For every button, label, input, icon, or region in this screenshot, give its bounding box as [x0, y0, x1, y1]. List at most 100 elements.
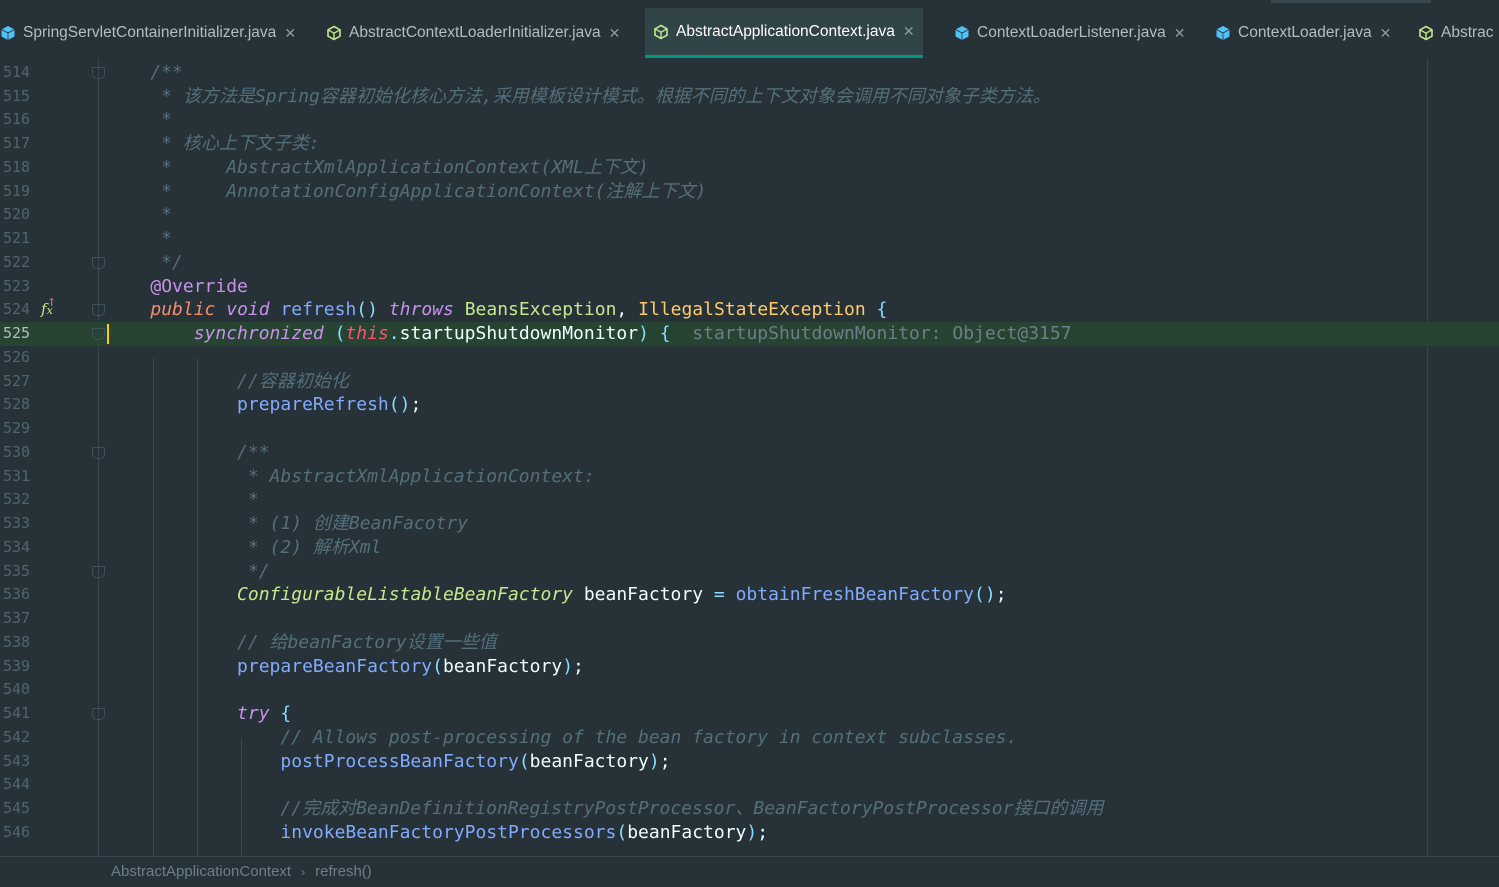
- close-tab-icon[interactable]: ✕: [1380, 25, 1392, 42]
- code-line[interactable]: 540: [0, 678, 1499, 702]
- fold-icon[interactable]: [92, 256, 105, 269]
- code-line[interactable]: 528 prepareRefresh();: [0, 393, 1499, 417]
- line-number[interactable]: 522: [3, 251, 35, 275]
- fold-icon[interactable]: [92, 304, 105, 317]
- line-number[interactable]: 533: [3, 512, 35, 536]
- line-number[interactable]: 529: [3, 417, 35, 441]
- line-number[interactable]: 536: [3, 583, 35, 607]
- code-line[interactable]: 535 */: [0, 560, 1499, 584]
- line-number[interactable]: 541: [3, 702, 35, 726]
- code-token: =: [713, 584, 725, 606]
- code-line[interactable]: 529: [0, 417, 1499, 441]
- close-tab-icon[interactable]: ✕: [609, 25, 621, 42]
- line-number[interactable]: 540: [3, 678, 35, 702]
- close-tab-icon[interactable]: ✕: [284, 25, 296, 42]
- code-line[interactable]: 546 invokeBeanFactoryPostProcessors(bean…: [0, 821, 1499, 845]
- code-line[interactable]: 530 /**: [0, 441, 1499, 465]
- close-tab-icon[interactable]: ✕: [903, 23, 915, 40]
- line-number[interactable]: 538: [3, 631, 35, 655]
- line-number[interactable]: 544: [3, 773, 35, 797]
- line-number[interactable]: 514: [3, 61, 35, 85]
- tab-abstractcontextloaderinitializer[interactable]: AbstractContextLoaderInitializer.java ✕: [318, 8, 628, 58]
- code-line[interactable]: 521 *: [0, 227, 1499, 251]
- code-line[interactable]: 526: [0, 346, 1499, 370]
- code-text: ConfigurableListableBeanFactory beanFact…: [107, 583, 1006, 607]
- code-line[interactable]: 525 synchronized (this.startupShutdownMo…: [0, 322, 1499, 346]
- code-line[interactable]: 539 prepareBeanFactory(beanFactory);: [0, 655, 1499, 679]
- code-line[interactable]: 524 fx ↑ public void refresh() throws Bean…: [0, 296, 1499, 323]
- code-token: (: [334, 323, 346, 344]
- line-number[interactable]: 542: [3, 726, 35, 750]
- code-line[interactable]: 531 * AbstractXmlApplicationContext:: [0, 465, 1499, 489]
- line-number[interactable]: 545: [3, 797, 35, 821]
- code-line[interactable]: 544: [0, 773, 1499, 797]
- code-text: */: [107, 251, 183, 275]
- tab-abstractapplicationcontext[interactable]: AbstractApplicationContext.java ✕: [645, 8, 923, 58]
- code-line[interactable]: 534 * (2) 解析Xml: [0, 536, 1499, 560]
- line-number[interactable]: 516: [3, 108, 35, 132]
- line-number[interactable]: 517: [3, 132, 35, 156]
- line-number[interactable]: 525: [3, 322, 35, 346]
- code-line[interactable]: 545 //完成对BeanDefinitionRegistryPostProce…: [0, 797, 1499, 821]
- code-editor[interactable]: 513514 /**515 * 该方法是Spring容器初始化核心方法,采用模板…: [0, 58, 1499, 857]
- line-number[interactable]: 537: [3, 607, 35, 631]
- code-text: * (1) 创建BeanFacotry: [107, 512, 468, 536]
- code-line[interactable]: 538 // 给beanFactory设置一些值: [0, 631, 1499, 655]
- close-tab-icon[interactable]: ✕: [1174, 25, 1186, 42]
- fold-icon[interactable]: [92, 66, 105, 79]
- line-number[interactable]: 527: [3, 370, 35, 394]
- code-line[interactable]: 519 * AnnotationConfigApplicationContext…: [0, 180, 1499, 204]
- code-line[interactable]: 527 //容器初始化: [0, 370, 1499, 394]
- line-number[interactable]: 520: [3, 203, 35, 227]
- code-line[interactable]: 518 * AbstractXmlApplicationContext(XML上…: [0, 156, 1499, 180]
- breadcrumb-method[interactable]: refresh(): [315, 863, 372, 880]
- line-number[interactable]: 518: [3, 156, 35, 180]
- fold-icon[interactable]: [92, 565, 105, 578]
- breadcrumb-class[interactable]: AbstractApplicationContext: [111, 863, 291, 880]
- line-number[interactable]: 534: [3, 536, 35, 560]
- code-line[interactable]: 522 */: [0, 251, 1499, 275]
- tab-springservletcontainerinitializer[interactable]: SpringServletContainerInitializer.java ✕: [0, 8, 304, 58]
- line-number[interactable]: 515: [3, 85, 35, 109]
- line-number[interactable]: 543: [3, 750, 35, 774]
- line-number[interactable]: 531: [3, 465, 35, 489]
- fold-icon[interactable]: [92, 328, 105, 340]
- line-number[interactable]: 532: [3, 488, 35, 512]
- fold-icon[interactable]: [92, 446, 105, 459]
- line-number[interactable]: 519: [3, 180, 35, 204]
- line-number[interactable]: 523: [3, 275, 35, 299]
- code-line[interactable]: 537: [0, 607, 1499, 631]
- line-number[interactable]: 524: [3, 298, 35, 322]
- code-line[interactable]: 515 * 该方法是Spring容器初始化核心方法,采用模板设计模式。根据不同的…: [0, 85, 1499, 109]
- code-line[interactable]: 541 try {: [0, 702, 1499, 726]
- line-number[interactable]: 530: [3, 441, 35, 465]
- code-line[interactable]: 514 /**: [0, 61, 1499, 85]
- line-number[interactable]: 521: [3, 227, 35, 251]
- overrides-method-icon[interactable]: fx ↑: [41, 296, 56, 323]
- code-line[interactable]: 523 @Override: [0, 275, 1499, 299]
- line-number[interactable]: 535: [3, 560, 35, 584]
- code-text: invokeBeanFactoryPostProcessors(beanFact…: [107, 821, 768, 845]
- code-line[interactable]: 543 postProcessBeanFactory(beanFactory);: [0, 750, 1499, 774]
- fold-icon[interactable]: [92, 708, 105, 720]
- tab-contextloaderlistener[interactable]: ContextLoaderListener.java ✕: [946, 8, 1193, 58]
- code-line[interactable]: 533 * (1) 创建BeanFacotry: [0, 512, 1499, 536]
- line-number[interactable]: 546: [3, 821, 35, 845]
- code-token: (): [974, 584, 996, 606]
- code-line[interactable]: 520 *: [0, 203, 1499, 227]
- tab-abstrac[interactable]: Abstrac: [1410, 8, 1499, 58]
- code-line[interactable]: 532 *: [0, 488, 1499, 512]
- code-token: * AbstractXmlApplicationContext:: [107, 465, 595, 487]
- code-line[interactable]: 516 *: [0, 108, 1499, 132]
- code-line[interactable]: 517 * 核心上下文子类:: [0, 132, 1499, 156]
- tab-bar-scrollbar[interactable]: [1271, 0, 1431, 3]
- line-number[interactable]: 528: [3, 393, 35, 417]
- code-line[interactable]: 542 // Allows post-processing of the bea…: [0, 726, 1499, 750]
- line-number[interactable]: 539: [3, 655, 35, 679]
- code-line[interactable]: 536 ConfigurableListableBeanFactory bean…: [0, 583, 1499, 607]
- editor-tab-bar: SpringServletContainerInitializer.java ✕ A…: [0, 0, 1499, 58]
- tab-contextloader[interactable]: ContextLoader.java ✕: [1207, 8, 1399, 58]
- line-number[interactable]: 526: [3, 346, 35, 370]
